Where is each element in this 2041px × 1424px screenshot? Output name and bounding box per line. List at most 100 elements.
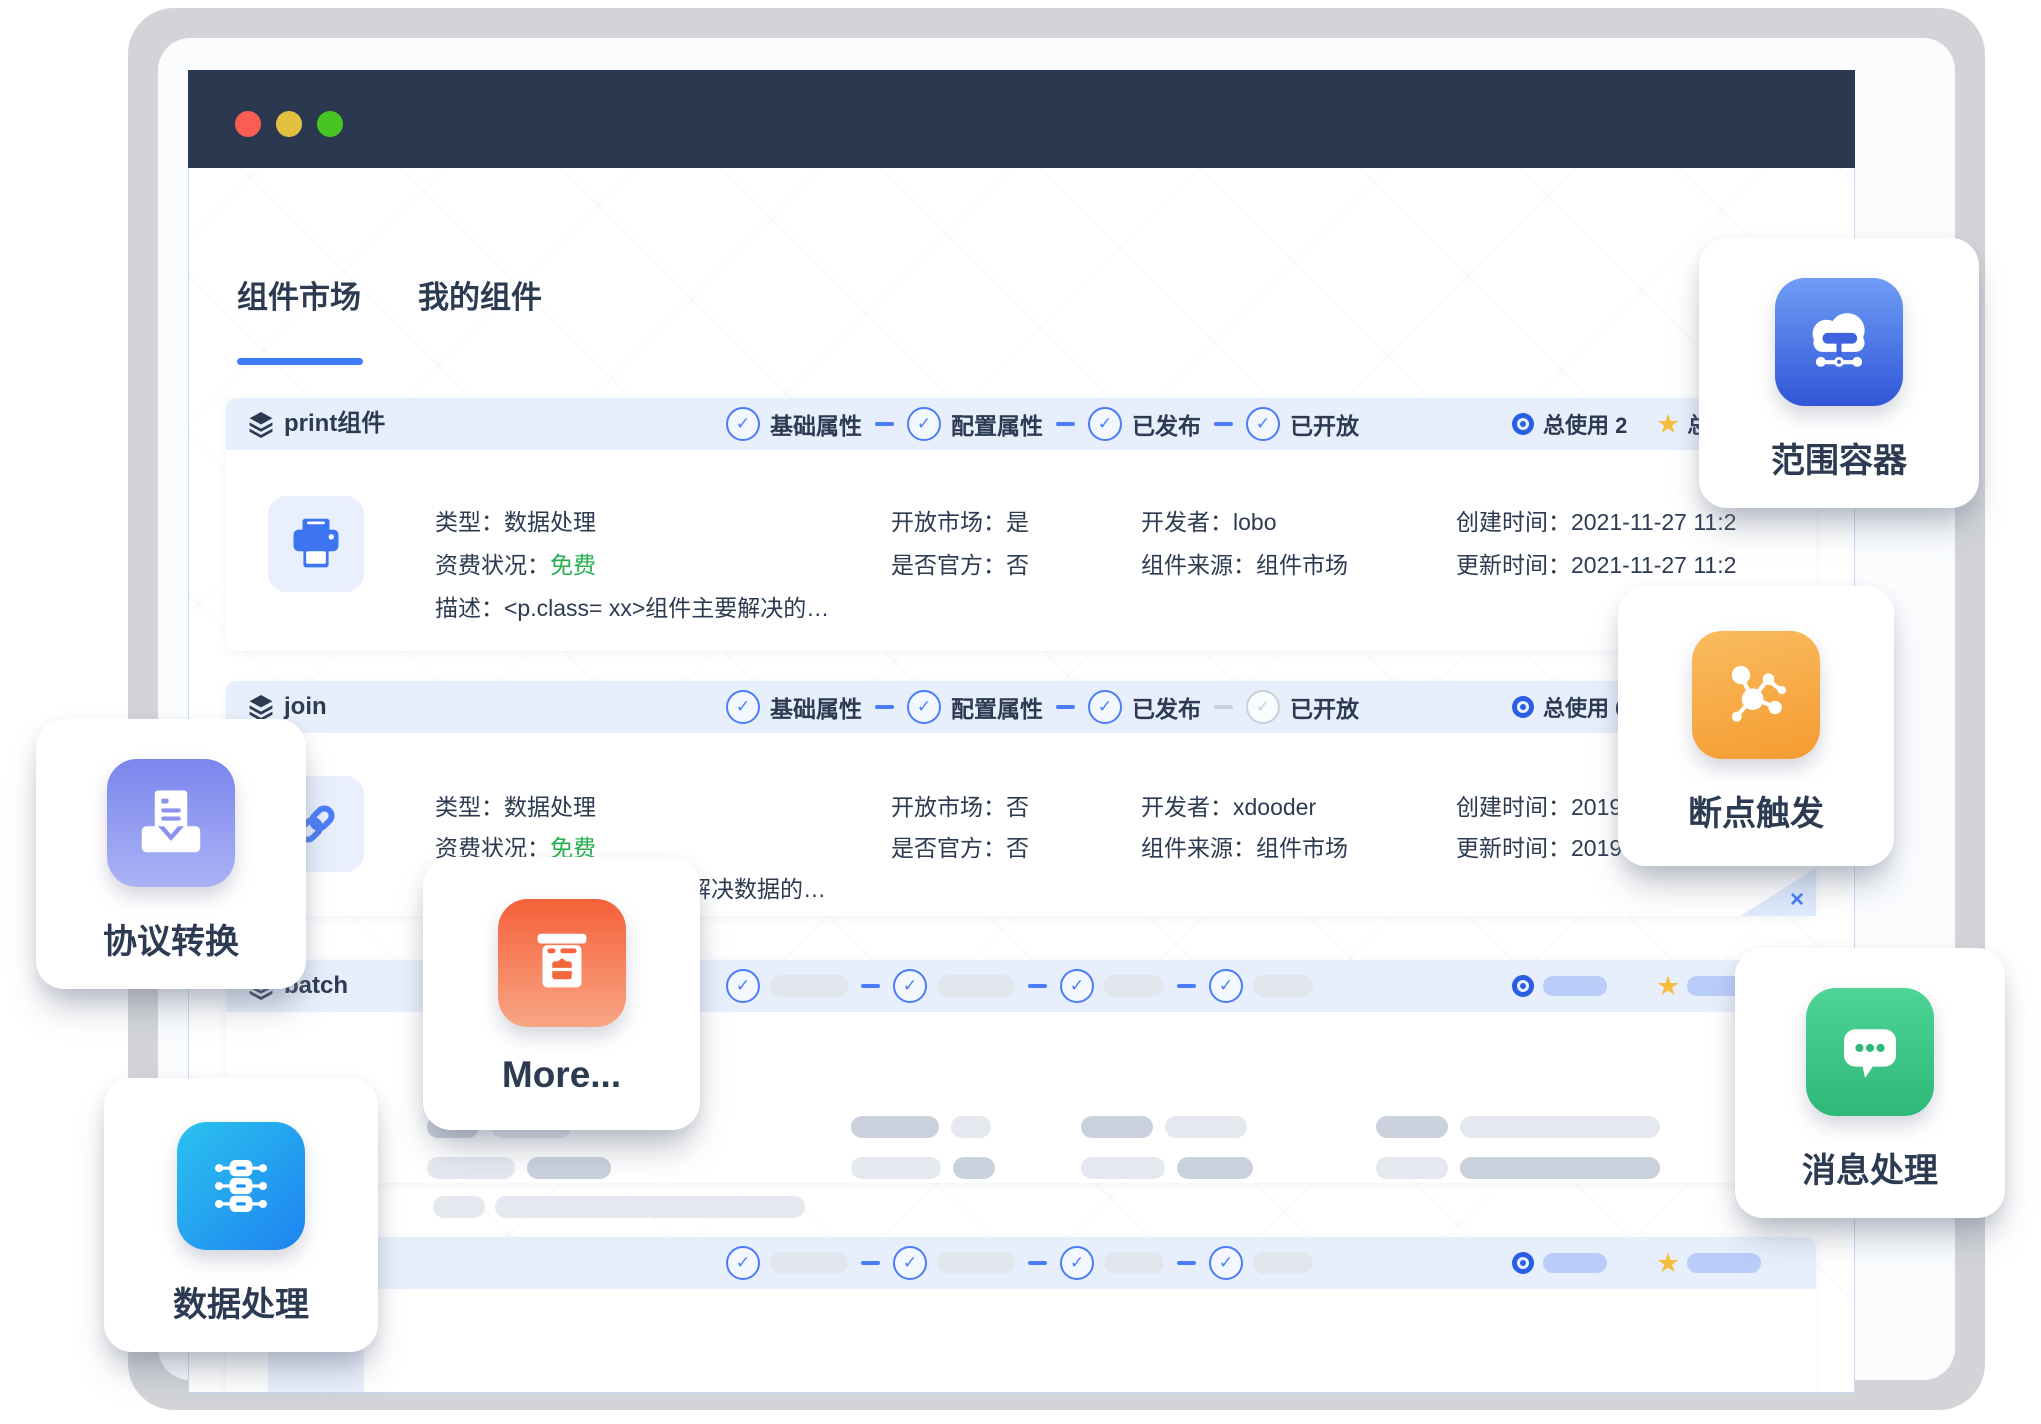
- skeleton-pill: [527, 1157, 611, 1179]
- field-label: 更新时间：: [1456, 552, 1571, 578]
- field-label: 创建时间：: [1456, 509, 1571, 535]
- rating-skeleton: ★: [1656, 1237, 1761, 1289]
- corner-fold: [1740, 868, 1816, 916]
- component-card-print[interactable]: print组件 ✓ 基础属性 ✓ 配置属性 ✓ 已发布 ✓ 已开放: [226, 398, 1816, 651]
- app-window: 组件市场 我的组件 print组件 ✓ 基础属性 ✓: [188, 70, 1855, 1393]
- skeleton-pill: [1177, 1157, 1253, 1179]
- step-check-icon: ✓: [907, 407, 941, 441]
- molecule-icon: [1692, 631, 1820, 759]
- status-steps: ✓ 基础属性 ✓ 配置属性 ✓ 已发布 ✓ 已开放: [726, 398, 1359, 450]
- float-card-protocol-convert[interactable]: 协议转换: [36, 719, 306, 989]
- usage-eye-icon: [1512, 413, 1534, 435]
- field-label: 组件来源：: [1141, 552, 1256, 578]
- skeleton-pill: [1543, 1253, 1607, 1273]
- field-value: 2021-11-27 11:2: [1571, 509, 1736, 535]
- step-label: 基础属性: [770, 690, 862, 724]
- float-card-label: 断点触发: [1688, 786, 1824, 835]
- float-card-breakpoint-trigger[interactable]: 断点触发: [1618, 586, 1894, 866]
- field-label: 开发者：: [1141, 794, 1233, 820]
- tab-component-market[interactable]: 组件市场: [237, 272, 361, 317]
- field-value: 数据处理: [504, 794, 596, 820]
- star-icon: ★: [1656, 973, 1680, 1000]
- card-body: [226, 1289, 1816, 1392]
- step-connector: [1056, 422, 1075, 426]
- step-connector: [861, 1261, 880, 1265]
- star-icon: ★: [1656, 1250, 1680, 1277]
- field-value: 数据处理: [504, 509, 596, 535]
- step-connector: [1056, 705, 1075, 709]
- card-body: 类型：数据处理 资费状况：免费 描述：<p.class= xx>组件主要解决的……: [226, 450, 1816, 651]
- storefront-icon: [498, 899, 626, 1027]
- step-connector: [1028, 984, 1047, 988]
- skeleton-pill: [770, 975, 848, 997]
- skeleton-pill: [937, 975, 1015, 997]
- step-connector: [875, 422, 894, 426]
- usage-count-skeleton: [1512, 1237, 1607, 1289]
- step-label: 已开放: [1290, 407, 1359, 441]
- field-value: xdooder: [1233, 794, 1316, 820]
- close-card-icon[interactable]: ×: [1790, 888, 1804, 912]
- step-check-icon-pending: ✓: [1246, 690, 1280, 724]
- float-card-range-container[interactable]: 范围容器: [1699, 238, 1979, 508]
- usage-count-skeleton: [1512, 960, 1607, 1012]
- close-traffic-light[interactable]: [235, 111, 261, 137]
- step-check-icon: ✓: [1060, 1246, 1094, 1280]
- window-content: 组件市场 我的组件 print组件 ✓ 基础属性 ✓: [189, 168, 1854, 1392]
- maximize-traffic-light[interactable]: [317, 111, 343, 137]
- skeleton-pill: [495, 1196, 805, 1218]
- field-label: 开发者：: [1141, 509, 1233, 535]
- step-check-icon: ✓: [893, 1246, 927, 1280]
- inbox-document-icon: [107, 759, 235, 887]
- field-value: 否: [1006, 835, 1029, 861]
- active-tab-underline: [237, 358, 363, 365]
- field-label: 开放市场：: [891, 509, 1006, 535]
- step-label: 已发布: [1132, 690, 1201, 724]
- skeleton-pill: [1687, 1253, 1761, 1273]
- card-header: print组件 ✓ 基础属性 ✓ 配置属性 ✓ 已发布 ✓ 已开放: [226, 398, 1816, 450]
- skeleton-pill: [851, 1157, 941, 1179]
- float-card-label: 数据处理: [173, 1277, 309, 1326]
- skeleton-pill: [427, 1157, 515, 1179]
- minimize-traffic-light[interactable]: [276, 111, 302, 137]
- step-check-icon: ✓: [907, 690, 941, 724]
- field-value: 组件市场: [1256, 835, 1348, 861]
- step-connector: [861, 984, 880, 988]
- status-steps-skeleton: ✓ ✓ ✓ ✓: [726, 960, 1313, 1012]
- float-card-label: 范围容器: [1771, 433, 1907, 482]
- printer-icon: [287, 517, 345, 571]
- printer-iconbox: [268, 496, 364, 592]
- component-name: print组件: [284, 398, 385, 450]
- step-check-icon: ✓: [726, 407, 760, 441]
- step-connector: [875, 705, 894, 709]
- component-card-skeleton[interactable]: ✓ ✓ ✓ ✓: [226, 1237, 1816, 1392]
- status-steps: ✓ 基础属性 ✓ 配置属性 ✓ 已发布 ✓ 已开放: [726, 681, 1359, 733]
- skeleton-pill: [1104, 1252, 1164, 1274]
- float-card-message-processing[interactable]: 消息处理: [1735, 948, 2005, 1218]
- field-label: 是否官方：: [891, 835, 1006, 861]
- chat-bubble-icon: [1806, 988, 1934, 1116]
- skeleton-pill: [1460, 1157, 1660, 1179]
- float-card-data-processing[interactable]: 数据处理: [104, 1078, 378, 1352]
- step-connector: [1177, 1261, 1196, 1265]
- window-titlebar: [188, 70, 1855, 168]
- step-label: 已发布: [1132, 407, 1201, 441]
- field-label: 更新时间：: [1456, 835, 1571, 861]
- tab-my-components[interactable]: 我的组件: [418, 272, 542, 317]
- skeleton-pill: [1104, 975, 1164, 997]
- field-label: 是否官方：: [891, 552, 1006, 578]
- step-connector: [1028, 1261, 1047, 1265]
- skeleton-pill: [937, 1252, 1015, 1274]
- field-label: 开放市场：: [891, 794, 1006, 820]
- usage-count: 总使用 2: [1512, 398, 1627, 450]
- skeleton-pill: [851, 1116, 939, 1138]
- skeleton-pill: [1253, 975, 1313, 997]
- skeleton-pill: [1376, 1116, 1448, 1138]
- field-value: <p.class= xx>组件主要解决的…: [504, 595, 829, 621]
- skeleton-pill: [1376, 1157, 1448, 1179]
- usage-eye-icon: [1512, 696, 1534, 718]
- layers-icon: [248, 411, 274, 443]
- field-value: 否: [1006, 794, 1029, 820]
- cloud-network-icon: [1775, 278, 1903, 406]
- status-steps-skeleton: ✓ ✓ ✓ ✓: [726, 1237, 1313, 1289]
- float-card-more[interactable]: More...: [423, 857, 700, 1130]
